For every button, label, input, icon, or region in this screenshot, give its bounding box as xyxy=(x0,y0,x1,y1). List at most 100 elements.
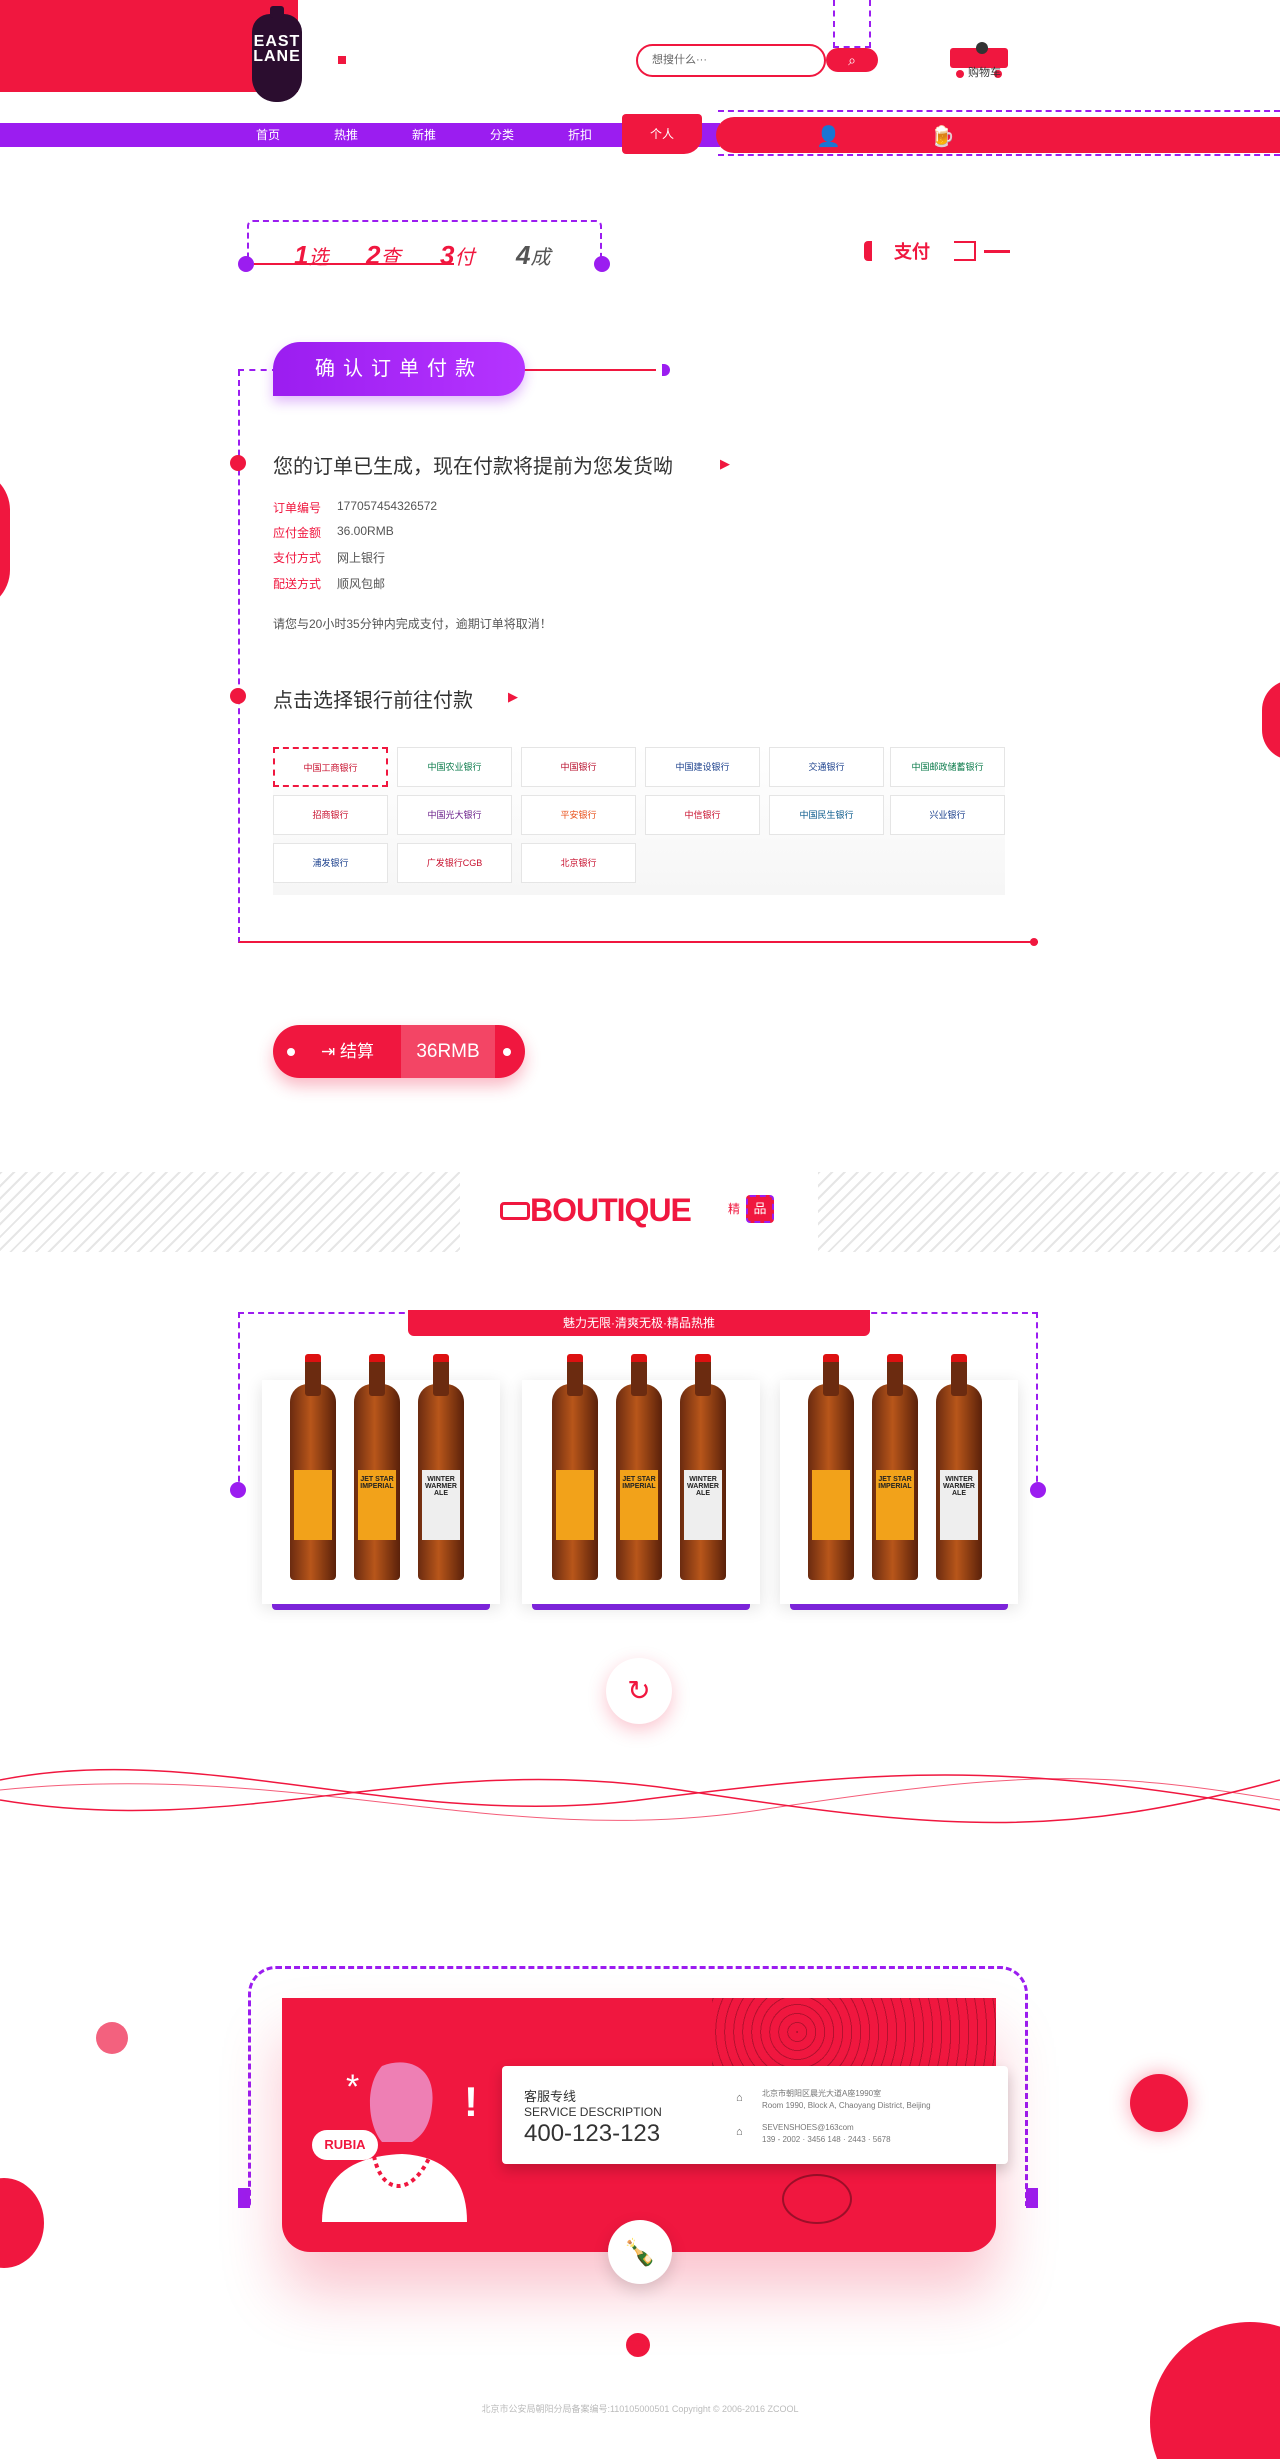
contact-email: SEVENSHOES@163com xyxy=(762,2123,854,2132)
order-field-value: 顺风包邮 xyxy=(337,577,386,591)
contact-phones: 139 - 2002 · 3456 148 · 2443 · 5678 xyxy=(762,2135,891,2144)
beer-bottle: JET STAR IMPERIAL xyxy=(354,1354,400,1580)
nav-item-category[interactable]: 分类 xyxy=(472,123,532,147)
bottle-label: JET STAR IMPERIAL xyxy=(876,1470,914,1540)
product-image: JET STAR IMPERIAL WINTER WARMER ALE xyxy=(808,1354,988,1580)
beer-bottle: JET STAR IMPERIAL xyxy=(616,1354,662,1580)
bank-option[interactable]: 兴业银行 xyxy=(890,795,1005,835)
address-en: Room 1990, Block A, Chaoyang District, B… xyxy=(762,2101,931,2110)
nav-item-home[interactable]: 首页 xyxy=(238,123,298,147)
bank-option[interactable]: 平安银行 xyxy=(521,795,636,835)
bank-option[interactable]: 中国民生银行 xyxy=(769,795,884,835)
order-field-key: 订单编号 xyxy=(273,501,322,515)
beer-bottle xyxy=(290,1354,336,1580)
boutique-title: BOUTIQUE xyxy=(530,1192,692,1228)
order-frame-line xyxy=(520,369,656,371)
order-frame-dot xyxy=(1030,938,1038,946)
checkout-dot xyxy=(503,1048,511,1056)
deco-circle xyxy=(0,470,10,610)
order-message: 您的订单已生成，现在付款将提前为您发货呦 xyxy=(273,456,673,478)
bank-option[interactable]: 中国建设银行 xyxy=(645,747,760,787)
exit-icon: ⇥ xyxy=(321,1042,336,1061)
order-field-value: 1770574543265​72 xyxy=(337,499,438,513)
wave-lines xyxy=(0,1768,1280,1824)
order-field-key: 支付方式 xyxy=(273,551,322,565)
checkout-label: ⇥ 结算 xyxy=(321,1042,374,1061)
step-marker xyxy=(864,241,872,261)
bank-option[interactable]: 中国邮政储蓄银行 xyxy=(890,747,1005,787)
beer-bottle: WINTER WARMER ALE xyxy=(418,1354,464,1580)
checkout-dot xyxy=(287,1048,295,1056)
order-frame-top xyxy=(238,369,278,371)
bank-option[interactable]: 中国光大银行 xyxy=(397,795,512,835)
nav-item-new[interactable]: 新推 xyxy=(394,123,454,147)
bottle-label: WINTER WARMER ALE xyxy=(684,1470,722,1540)
order-field-key: 应付金额 xyxy=(273,526,322,540)
product-image: JET STAR IMPERIAL WINTER WARMER ALE xyxy=(290,1354,470,1580)
boutique-cn-badge: 品 xyxy=(746,1195,774,1223)
current-step-label: 支付 xyxy=(894,242,930,262)
step-2: 2查 xyxy=(366,240,401,270)
bank-option[interactable]: 广发银行CGB xyxy=(397,843,512,883)
nav-item-hot[interactable]: 热推 xyxy=(316,123,376,147)
bank-option[interactable]: 中国银行 xyxy=(521,747,636,787)
deco-circle xyxy=(96,2022,128,2054)
stamp-logo xyxy=(782,2174,852,2224)
deco-circle xyxy=(0,2178,44,2268)
bank-option[interactable]: 中国农业银行 xyxy=(397,747,512,787)
steps-dot xyxy=(238,256,254,272)
steps-underline xyxy=(254,263,454,265)
stripes-left xyxy=(0,1172,460,1252)
bank-option[interactable]: 中国工商银行 xyxy=(273,747,388,787)
beer-bottle: WINTER WARMER ALE xyxy=(936,1354,982,1580)
beer-bottle: JET STAR IMPERIAL xyxy=(872,1354,918,1580)
pattern-doodles xyxy=(712,1998,996,2066)
bank-option[interactable]: 北京银行 xyxy=(521,843,636,883)
bank-option[interactable]: 交通银行 xyxy=(769,747,884,787)
step-4: 4成 xyxy=(516,240,551,270)
bottle-label xyxy=(812,1470,850,1540)
order-title: 确认订单付款 xyxy=(273,342,525,396)
bank-section-title: 点击选择银行前往付款 xyxy=(273,690,473,712)
beer-bottle xyxy=(552,1354,598,1580)
bottle-button[interactable]: 🍾 xyxy=(608,2220,672,2284)
bottle-label: WINTER WARMER ALE xyxy=(422,1470,460,1540)
deco-circle xyxy=(1150,2322,1280,2459)
checkout-amount: 36RMB xyxy=(401,1025,495,1078)
deco-circle xyxy=(626,2333,650,2357)
cart-label[interactable]: 购物车 xyxy=(968,64,1001,80)
bottle-label xyxy=(294,1470,332,1540)
arrow-right-icon: ▶ xyxy=(720,456,730,471)
logo-dot xyxy=(338,56,346,64)
footer-frame-tab xyxy=(1026,2188,1038,2208)
promo-frame-dot xyxy=(230,1482,246,1498)
card-bar xyxy=(272,1604,490,1610)
bank-option[interactable]: 中信银行 xyxy=(645,795,760,835)
nav-item-discount[interactable]: 折扣 xyxy=(550,123,610,147)
deco-circle xyxy=(1262,680,1280,760)
stripes-right xyxy=(818,1172,1280,1252)
home-icon: ⌂ xyxy=(736,2126,743,2138)
copyright: 北京市公安局朝阳分局备案编号:110105000501 Copyright © … xyxy=(481,2404,799,2414)
bank-option[interactable]: 浦发银行 xyxy=(273,843,388,883)
service-en: SERVICE DESCRIPTION xyxy=(524,2105,662,2119)
logo[interactable]: EAST LANE xyxy=(252,6,302,102)
step-marker xyxy=(954,241,976,261)
beer-icon[interactable]: 🍺 xyxy=(930,124,955,149)
exclamation-icon: ! xyxy=(464,2078,478,2125)
search-dashed-connector xyxy=(833,0,871,48)
checkout-button[interactable]: ⇥ 结算 36RMB xyxy=(273,1025,525,1078)
refresh-button[interactable]: ↻ xyxy=(606,1658,672,1724)
step-3: 3付 xyxy=(440,240,475,270)
bank-option[interactable]: 招商银行 xyxy=(273,795,388,835)
user-icon[interactable]: 👤 xyxy=(816,124,841,149)
deco-circle xyxy=(1130,2074,1188,2132)
beer-bottle xyxy=(808,1354,854,1580)
search-button[interactable]: ⌕ xyxy=(826,48,878,72)
bottle-label: JET STAR IMPERIAL xyxy=(358,1470,396,1540)
search-input[interactable]: 想搜什么··· xyxy=(636,44,826,77)
nav-item-personal[interactable]: 个人 xyxy=(622,114,702,154)
arrow-right-icon: ▶ xyxy=(508,689,518,704)
order-field-value: 网上银行 xyxy=(337,551,386,565)
beer-bottle: WINTER WARMER ALE xyxy=(680,1354,726,1580)
